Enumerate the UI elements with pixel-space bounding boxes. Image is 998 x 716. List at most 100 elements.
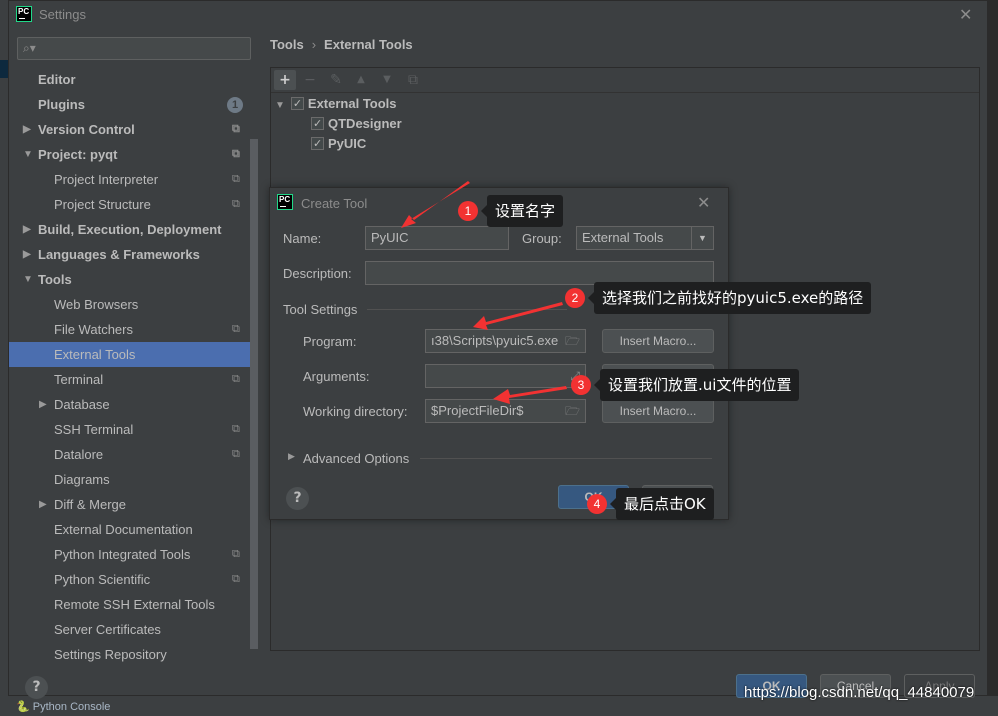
breadcrumb: Tools › External Tools: [270, 37, 413, 52]
arguments-label: Arguments:: [303, 369, 370, 384]
sidebar-item-settings-repository[interactable]: Settings Repository: [9, 642, 258, 667]
sidebar-item-label: Tools: [38, 272, 72, 287]
chevron-right-icon[interactable]: ▶: [23, 242, 31, 267]
sidebar-item-label: Database: [54, 397, 110, 412]
annotation-tooltip-4: 最后点击OK: [610, 488, 714, 520]
chevron-right-icon[interactable]: ▶: [39, 492, 47, 517]
sidebar-item-label: Datalore: [54, 447, 104, 462]
working-directory-field[interactable]: $ProjectFileDir$ 🗁: [425, 399, 586, 423]
section-divider: [367, 309, 567, 310]
title-bar: PC Settings ✕: [9, 1, 987, 29]
group-combobox[interactable]: External Tools ▼: [576, 226, 714, 250]
sidebar-item-label: Plugins: [38, 97, 85, 112]
sidebar-item-server-certificates[interactable]: Server Certificates: [9, 617, 258, 642]
program-field[interactable]: ı38\Scripts\pyuic5.exe 🗁: [425, 329, 586, 353]
sidebar-item-label: Terminal: [54, 372, 104, 387]
sidebar-item-file-watchers[interactable]: File Watchers ⧉: [9, 317, 258, 342]
sidebar-item-label: Web Browsers: [54, 297, 139, 312]
advanced-options-toggle[interactable]: Advanced Options: [303, 451, 409, 466]
sidebar-item-database[interactable]: ▶ Database: [9, 392, 258, 417]
sidebar-item-tools[interactable]: ▼ Tools: [9, 267, 258, 292]
checkbox-qtdesigner[interactable]: [311, 114, 324, 134]
dialog-help-button[interactable]: ?: [286, 487, 309, 510]
move-down-button[interactable]: ▼: [376, 70, 398, 90]
breadcrumb-current: External Tools: [324, 37, 413, 52]
python-console-tab[interactable]: 🐍 Python Console: [16, 700, 110, 713]
sidebar-item-ssh-terminal[interactable]: SSH Terminal ⧉: [9, 417, 258, 442]
annotation-tooltip-2: 选择我们之前找好的pyuic5.exe的路径: [587, 282, 872, 314]
copy-button[interactable]: ⧉: [402, 70, 424, 90]
sidebar-item-build-execution-deployment[interactable]: ▶ Build, Execution, Deployment: [9, 217, 258, 242]
chevron-right-icon[interactable]: ▶: [39, 392, 47, 417]
sidebar-item-languages-frameworks[interactable]: ▶ Languages & Frameworks: [9, 242, 258, 267]
project-scope-icon: ⧉: [232, 548, 240, 560]
help-button[interactable]: ?: [25, 676, 48, 699]
pycharm-logo-icon: PC: [16, 6, 32, 22]
sidebar-item-version-control[interactable]: ▶ Version Control ⧉: [9, 117, 258, 142]
insert-macro-button-program[interactable]: Insert Macro...: [602, 329, 714, 353]
remove-button[interactable]: −: [299, 70, 321, 90]
sidebar-item-label: Python Scientific: [54, 572, 151, 587]
project-scope-icon: ⧉: [232, 148, 240, 160]
annotation-tooltip-1: 设置名字: [480, 195, 564, 227]
sidebar-item-label: Build, Execution, Deployment: [38, 222, 222, 237]
arguments-field[interactable]: ⤢: [425, 364, 586, 388]
ide-background: [0, 0, 8, 716]
sidebar-item-python-integrated-tools[interactable]: Python Integrated Tools ⧉: [9, 542, 258, 567]
folder-icon[interactable]: 🗁: [565, 330, 580, 352]
chevron-down-icon[interactable]: ▼: [23, 142, 33, 167]
move-up-button[interactable]: ▲: [350, 70, 372, 90]
chevron-down-icon[interactable]: ▼: [23, 267, 33, 292]
sidebar-item-web-browsers[interactable]: Web Browsers: [9, 292, 258, 317]
sidebar-item-project-pyqt[interactable]: ▼ Project: pyqt ⧉: [9, 142, 258, 167]
chevron-right-icon[interactable]: ▶: [23, 217, 31, 242]
sidebar-item-project-interpreter[interactable]: Project Interpreter ⧉: [9, 167, 258, 192]
sidebar-item-terminal[interactable]: Terminal ⧉: [9, 367, 258, 392]
tools-toolbar: + − ✎ ▲ ▼ ⧉: [271, 68, 979, 93]
sidebar-item-project-structure[interactable]: Project Structure ⧉: [9, 192, 258, 217]
close-icon[interactable]: ✕: [959, 5, 972, 24]
chevron-right-icon[interactable]: ▶: [288, 451, 295, 462]
name-label: Name:: [283, 231, 322, 246]
sidebar-item-plugins[interactable]: Plugins 1: [9, 92, 258, 117]
sidebar-item-label: Project: pyqt: [38, 147, 118, 162]
screen: 🐍 Python Console PC Settings ✕ ⌕▾ Editor…: [0, 0, 998, 716]
name-field[interactable]: PyUIC: [365, 226, 509, 250]
description-label: Description:: [283, 266, 352, 281]
insert-macro-button-working-dir[interactable]: Insert Macro...: [602, 399, 714, 423]
sidebar-item-label: External Tools: [54, 347, 136, 362]
sidebar-item-remote-ssh-external-tools[interactable]: Remote SSH External Tools: [9, 592, 258, 617]
checkbox-pyuic[interactable]: [311, 134, 324, 154]
sidebar-item-external-tools[interactable]: External Tools: [9, 342, 258, 367]
chevron-down-icon[interactable]: ▼: [275, 100, 285, 111]
chevron-right-icon[interactable]: ▶: [23, 117, 31, 142]
sidebar-item-datalore[interactable]: Datalore ⧉: [9, 442, 258, 467]
project-scope-icon: ⧉: [232, 448, 240, 460]
add-button[interactable]: +: [274, 70, 296, 90]
breadcrumb-separator: ›: [311, 37, 317, 52]
edit-button[interactable]: ✎: [325, 70, 347, 90]
annotation-badge-2: 2: [565, 288, 585, 308]
window-title: Settings: [39, 7, 86, 22]
chevron-down-icon[interactable]: ▼: [691, 227, 713, 249]
tool-settings-label: Tool Settings: [283, 302, 358, 317]
sidebar-item-label: External Documentation: [54, 522, 193, 537]
sidebar-item-diagrams[interactable]: Diagrams: [9, 467, 258, 492]
tool-group-external-tools[interactable]: ▼External Tools: [275, 94, 397, 114]
sidebar-item-python-scientific[interactable]: Python Scientific ⧉: [9, 567, 258, 592]
search-icon: ⌕▾: [23, 41, 36, 55]
search-input[interactable]: ⌕▾: [17, 37, 251, 60]
folder-icon[interactable]: 🗁: [565, 400, 580, 422]
sidebar-item-diff-merge[interactable]: ▶ Diff & Merge: [9, 492, 258, 517]
sidebar-item-editor[interactable]: Editor: [9, 67, 258, 92]
tool-item-pyuic[interactable]: PyUIC: [311, 134, 366, 154]
tool-item-qtdesigner[interactable]: QTDesigner: [311, 114, 402, 134]
sidebar-item-external-documentation[interactable]: External Documentation: [9, 517, 258, 542]
breadcrumb-parent[interactable]: Tools: [270, 37, 304, 52]
checkbox-external-tools[interactable]: [290, 94, 304, 114]
sidebar-item-label: Version Control: [38, 122, 135, 137]
sidebar-scrollbar[interactable]: [250, 139, 258, 649]
dialog-close-icon[interactable]: ✕: [697, 193, 710, 212]
section-divider: [420, 458, 712, 459]
annotation-badge-3: 3: [571, 375, 591, 395]
